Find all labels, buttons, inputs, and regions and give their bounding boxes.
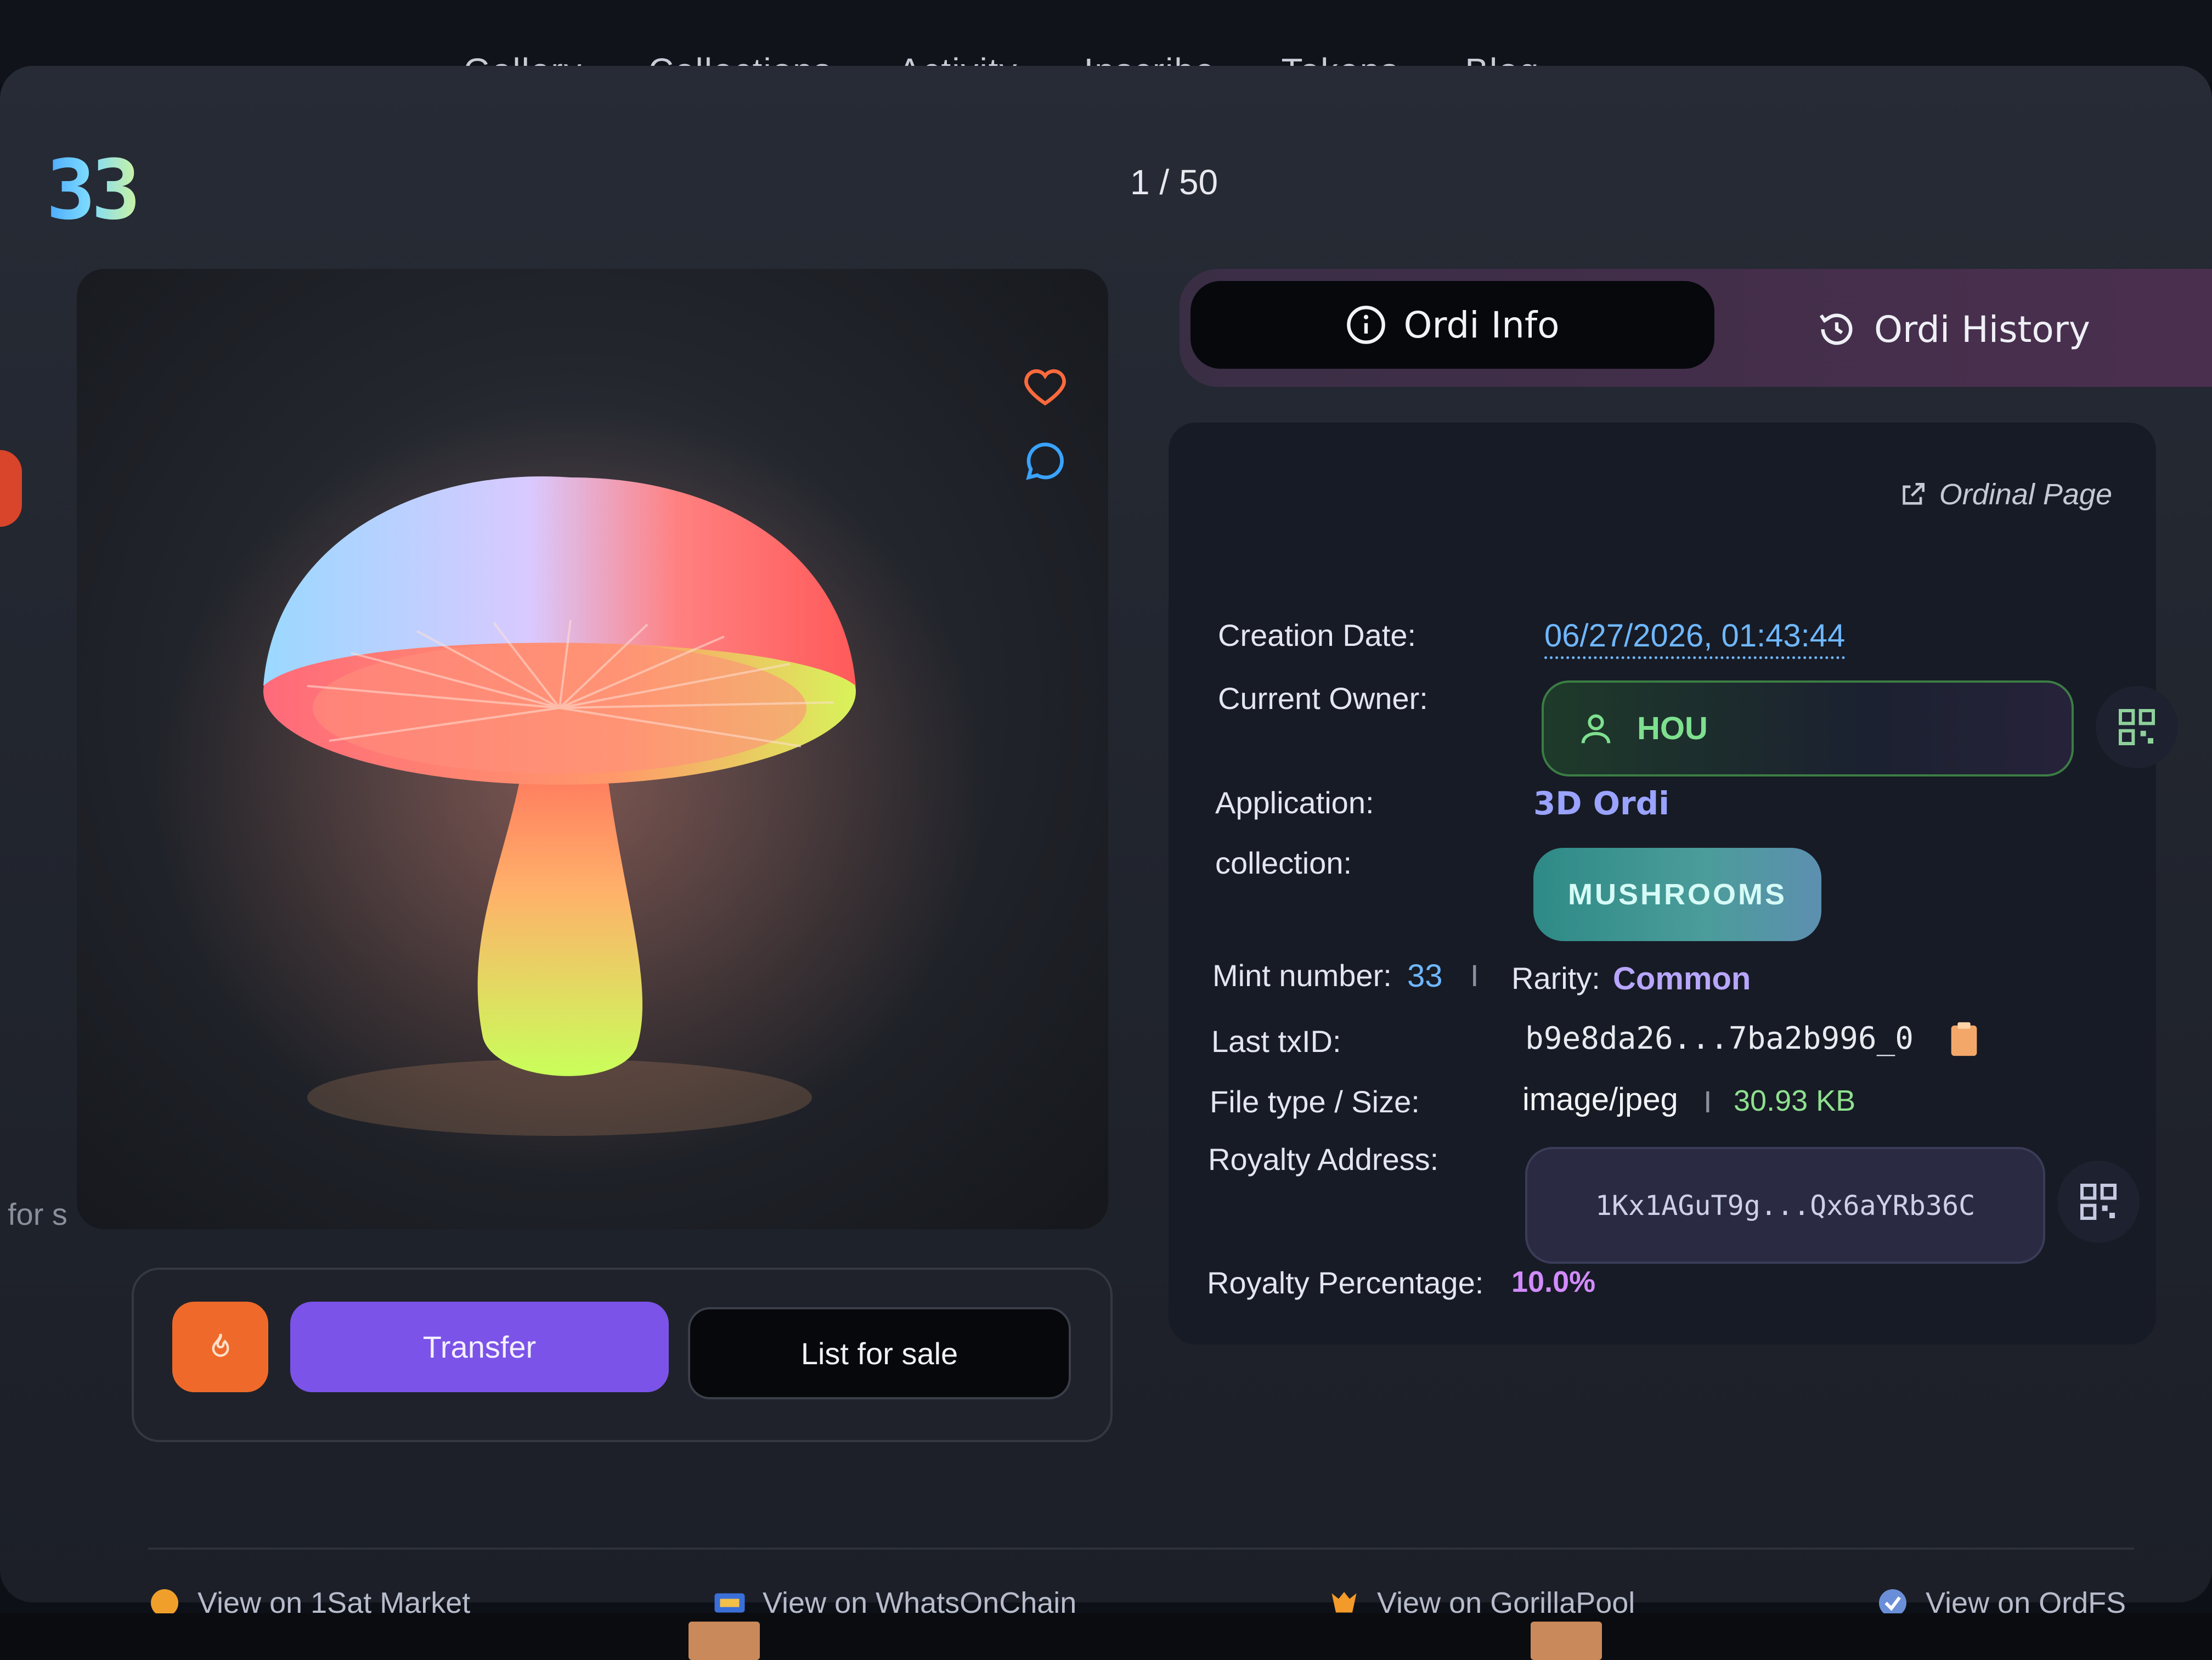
current-owner-label: Current Owner: xyxy=(1218,681,1428,716)
mint-number-label: Mint number: xyxy=(1212,958,1392,993)
history-icon xyxy=(1819,313,1853,345)
ordinal-page-label: Ordinal Page xyxy=(1939,478,2112,511)
background-thumbnail xyxy=(1531,1622,1602,1660)
rarity-label: Rarity: xyxy=(1511,961,1600,995)
qr-code-icon xyxy=(2119,709,2155,745)
royalty-qr-button[interactable] xyxy=(2057,1161,2140,1243)
heart-icon xyxy=(1024,369,1066,406)
list-for-sale-button[interactable]: List for sale xyxy=(688,1307,1071,1399)
comment-button[interactable] xyxy=(1023,439,1084,499)
creation-date-label: Creation Date: xyxy=(1218,618,1417,652)
file-type-value: image/jpeg xyxy=(1522,1082,1678,1117)
action-bar: Transfer List for sale xyxy=(132,1268,1113,1442)
ordinal-page-link[interactable]: Ordinal Page xyxy=(1898,477,2112,511)
background-bottom-strip xyxy=(0,1613,2212,1659)
mint-rarity-separator: I xyxy=(1470,958,1479,993)
background-thumbnail xyxy=(689,1622,760,1660)
transfer-button[interactable]: Transfer xyxy=(290,1302,669,1392)
file-size-value: 30.93 KB xyxy=(1734,1084,1856,1117)
royalty-address-chip[interactable]: 1Kx1AGuT9g...Qx6aYRb36C xyxy=(1525,1147,2045,1264)
external-link-icon xyxy=(1903,483,1925,505)
last-txid-value[interactable]: b9e8da26...7ba2b996_0 xyxy=(1525,1021,1914,1056)
favorite-button[interactable] xyxy=(1023,365,1084,425)
copy-txid-button[interactable] xyxy=(1948,1021,1980,1062)
tab-ordi-history[interactable]: Ordi History xyxy=(1816,285,2090,373)
royalty-percentage-value: 10.0% xyxy=(1511,1265,1596,1298)
item-logo: 33 xyxy=(46,143,141,238)
info-icon xyxy=(1347,306,1386,344)
collection-pill[interactable]: MUSHROOMS xyxy=(1533,848,1821,941)
current-owner-chip[interactable]: HOU xyxy=(1542,680,2074,776)
tab-ordi-info[interactable]: Ordi Info xyxy=(1190,281,1714,369)
burn-button[interactable] xyxy=(172,1302,268,1392)
flame-icon xyxy=(212,1333,229,1357)
owner-name: HOU xyxy=(1637,711,1708,746)
tab-bar: Ordi Info Ordi History xyxy=(1180,269,2212,387)
creation-date-value[interactable]: 06/27/2026, 01:43:44 xyxy=(1544,617,1846,659)
background-dot xyxy=(0,450,22,527)
royalty-percentage-label: Royalty Percentage: xyxy=(1207,1265,1484,1300)
file-type-size-label: File type / Size: xyxy=(1210,1084,1420,1119)
last-txid-label: Last txID: xyxy=(1211,1024,1341,1059)
tab-ordi-history-label: Ordi History xyxy=(1874,308,2090,351)
user-icon xyxy=(1581,714,1611,744)
pager-count: 1 / 50 xyxy=(1130,162,1218,202)
ordinal-detail-modal: 33 1 / 50 Transfer List for sale Ordi In… xyxy=(0,66,2212,1619)
artwork-card xyxy=(77,269,1108,1229)
owner-qr-button[interactable] xyxy=(2096,686,2178,768)
application-label: Application: xyxy=(1215,785,1374,820)
copy-icon xyxy=(1951,1022,1977,1056)
mushroom-artwork xyxy=(154,406,988,1174)
file-separator: I xyxy=(1703,1084,1712,1119)
collection-label: collection: xyxy=(1215,846,1352,880)
ordi-info-panel: Ordinal Page Creation Date: 06/27/2026, … xyxy=(1169,423,2178,1344)
footer-divider xyxy=(148,1548,2134,1550)
background-fragment-text: for s xyxy=(8,1197,67,1231)
qr-code-icon xyxy=(2080,1184,2117,1220)
mint-number-value: 33 xyxy=(1407,958,1443,994)
comment-icon xyxy=(1026,442,1064,480)
tab-ordi-info-label: Ordi Info xyxy=(1403,303,1560,346)
royalty-address-label: Royalty Address: xyxy=(1208,1142,1439,1177)
rarity-value: Common xyxy=(1613,961,1751,997)
application-value[interactable]: 3D Ordi xyxy=(1533,785,1669,822)
